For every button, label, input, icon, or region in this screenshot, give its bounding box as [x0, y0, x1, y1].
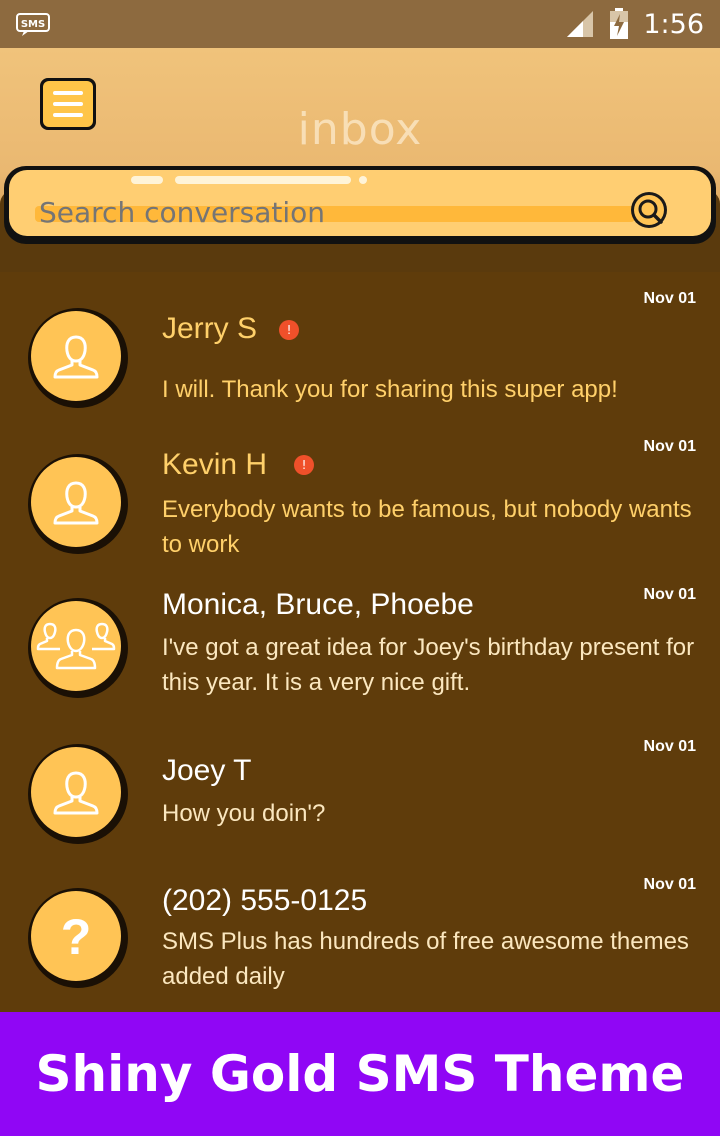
- svg-text:SMS: SMS: [21, 19, 45, 30]
- conversation-item[interactable]: Joey T How you doin'? Nov 01: [0, 720, 720, 860]
- page-title: inbox: [297, 104, 423, 155]
- message-snippet: Everybody wants to be famous, but nobody…: [162, 496, 692, 558]
- search-bar[interactable]: [4, 166, 716, 244]
- message-snippet: SMS Plus has hundreds of free awesome th…: [162, 928, 689, 990]
- contact-name: Jerry S: [162, 312, 258, 345]
- status-time: 1:56: [643, 8, 704, 40]
- avatar: [28, 308, 128, 408]
- conversation-item[interactable]: Jerry S ! I will. Thank you for sharing …: [0, 272, 720, 420]
- svg-text:?: ?: [61, 910, 92, 962]
- status-bar: SMS 1:56: [0, 0, 720, 48]
- conversation-list: Jerry S ! I will. Thank you for sharing …: [0, 272, 720, 1012]
- conversation-item[interactable]: Kevin H ! Everybody wants to be famous, …: [0, 420, 720, 568]
- question-mark-icon: ?: [61, 910, 92, 962]
- battery-icon: [610, 8, 629, 39]
- unread-indicator: !: [279, 320, 299, 340]
- sms-icon: SMS: [16, 13, 50, 36]
- avatar: ?: [28, 888, 128, 988]
- person-icon: [53, 335, 99, 379]
- contact-name: Joey T: [162, 754, 252, 787]
- promo-banner: Shiny Gold SMS Theme: [0, 1012, 720, 1136]
- avatar: [28, 598, 128, 698]
- message-date: Nov 01: [643, 876, 696, 893]
- avatar: [28, 454, 128, 554]
- contact-name: (202) 555-0125: [162, 884, 368, 917]
- person-icon: [53, 771, 99, 815]
- message-snippet: I will. Thank you for sharing this super…: [162, 376, 618, 403]
- conversation-item[interactable]: Monica, Bruce, Phoebe I've got a great i…: [0, 568, 720, 720]
- message-snippet: I've got a great idea for Joey's birthda…: [162, 634, 695, 696]
- message-date: Nov 01: [643, 290, 696, 307]
- signal-icon: [567, 11, 594, 37]
- unread-indicator: !: [294, 455, 314, 475]
- search-input[interactable]: [39, 196, 579, 229]
- group-icon: [36, 622, 116, 670]
- message-date: Nov 01: [643, 586, 696, 603]
- contact-name: Monica, Bruce, Phoebe: [162, 588, 474, 621]
- search-icon[interactable]: [629, 190, 671, 232]
- promo-text: Shiny Gold SMS Theme: [35, 1045, 685, 1103]
- message-snippet: How you doin'?: [162, 800, 326, 827]
- avatar: [28, 744, 128, 844]
- message-date: Nov 01: [643, 438, 696, 455]
- conversation-item[interactable]: ? (202) 555-0125 SMS Plus has hundreds o…: [0, 860, 720, 1012]
- person-icon: [53, 481, 99, 525]
- contact-name: Kevin H: [162, 448, 268, 481]
- message-date: Nov 01: [643, 738, 696, 755]
